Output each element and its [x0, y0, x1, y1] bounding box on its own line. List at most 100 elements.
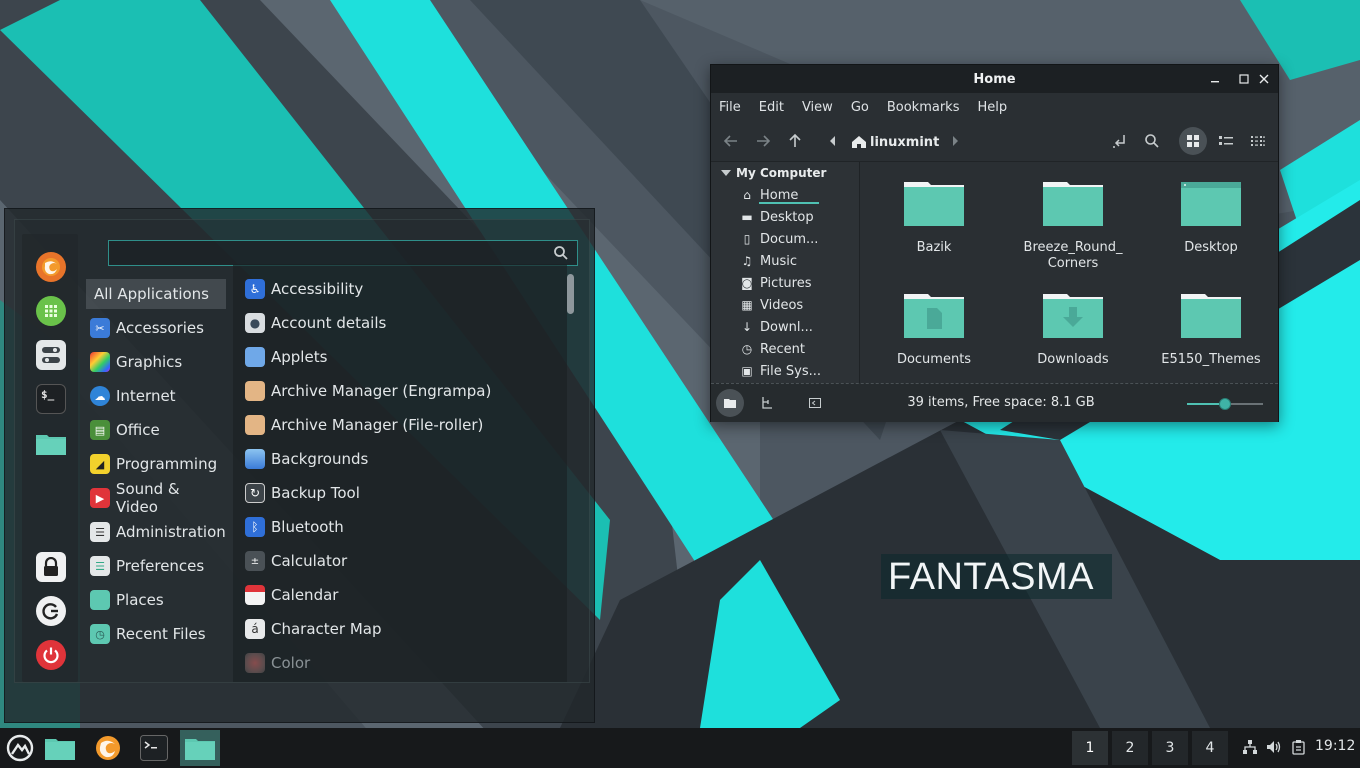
sidebar-item-pictures[interactable]: ◙ Pictures [711, 272, 859, 294]
archive-icon [245, 415, 265, 435]
app-color[interactable]: Color [233, 646, 567, 680]
sidebar-item-downloads[interactable]: ↓ Downl... [711, 316, 859, 338]
sidebar-item-recent[interactable]: ◷ Recent [711, 338, 859, 360]
cloud-icon: ☁ [90, 386, 110, 406]
arrow-left-icon [723, 135, 737, 147]
workspace-4[interactable]: 4 [1192, 731, 1228, 765]
mint-logo-icon [6, 734, 34, 762]
category-label: All Applications [94, 285, 209, 303]
app-backup-tool[interactable]: ↻ Backup Tool [233, 476, 567, 510]
category-programming[interactable]: ◢ Programming [86, 447, 226, 481]
category-internet[interactable]: ☁ Internet [86, 379, 226, 413]
folder-icon[interactable] [36, 428, 66, 458]
category-all-applications[interactable]: All Applications [86, 279, 226, 309]
search-button[interactable] [1140, 129, 1164, 153]
app-applets[interactable]: Applets [233, 340, 567, 374]
path-next-button[interactable] [943, 129, 967, 153]
zoom-slider-handle[interactable] [1219, 398, 1231, 410]
toggle-location-button[interactable] [1108, 129, 1132, 153]
category-graphics[interactable]: Graphics [86, 345, 226, 379]
app-character-map[interactable]: á Character Map [233, 612, 567, 646]
window-titlebar[interactable]: Home [711, 65, 1278, 93]
power-icon[interactable] [36, 640, 66, 670]
forward-button[interactable] [751, 129, 775, 153]
menu-file[interactable]: File [719, 100, 741, 115]
breadcrumb[interactable]: linuxmint [851, 131, 939, 153]
app-calculator[interactable]: ± Calculator [233, 544, 567, 578]
firefox-icon[interactable] [36, 252, 66, 282]
taskbar-terminal-launcher[interactable] [134, 730, 174, 766]
menu-help[interactable]: Help [977, 100, 1007, 115]
scrollbar-thumb[interactable] [567, 274, 574, 314]
category-accessories[interactable]: ✂ Accessories [86, 311, 226, 345]
search-icon [554, 246, 568, 260]
minimize-button[interactable] [1205, 69, 1225, 89]
zoom-slider[interactable] [1187, 398, 1263, 410]
taskbar-firefox-launcher[interactable] [88, 730, 128, 766]
category-recent-files[interactable]: ◷ Recent Files [86, 617, 226, 651]
volume-icon[interactable] [1265, 738, 1283, 756]
sidebar-item-desktop[interactable]: ▬ Desktop [711, 206, 859, 228]
category-preferences[interactable]: ☰ Preferences [86, 549, 226, 583]
compact-view-button[interactable] [1246, 129, 1270, 153]
app-archive-manager-engrampa[interactable]: Archive Manager (Engrampa) [233, 374, 567, 408]
app-label: Bluetooth [271, 518, 344, 536]
path-prev-button[interactable] [821, 129, 845, 153]
file-name: Desktop [1184, 240, 1238, 255]
folder-icon [185, 739, 215, 760]
app-backgrounds[interactable]: Backgrounds [233, 442, 567, 476]
taskbar-window-home[interactable] [180, 730, 220, 766]
file-item[interactable]: Bazik [869, 178, 999, 256]
sidebar-item-videos[interactable]: ▦ Videos [711, 294, 859, 316]
start-menu-button[interactable] [0, 730, 40, 766]
icon-view-button[interactable] [1179, 127, 1207, 155]
app-accessibility[interactable]: ♿ Accessibility [233, 272, 567, 306]
clipboard-icon[interactable] [1290, 738, 1308, 756]
menu-bookmarks[interactable]: Bookmarks [887, 100, 960, 115]
app-calendar[interactable]: Calendar [233, 578, 567, 612]
category-places[interactable]: Places [86, 583, 226, 617]
terminal-icon[interactable]: $_ [36, 384, 66, 414]
file-item[interactable]: Breeze_Round_ Corners [1008, 178, 1138, 272]
sidebar-section-my-computer[interactable]: My Computer [711, 162, 859, 184]
maximize-button[interactable] [1234, 69, 1254, 89]
file-item[interactable]: Downloads [1008, 290, 1138, 368]
menu-go[interactable]: Go [851, 100, 869, 115]
sidebar-item-music[interactable]: ♫ Music [711, 250, 859, 272]
category-administration[interactable]: ☰ Administration [86, 515, 226, 549]
app-account-details[interactable]: ● Account details [233, 306, 567, 340]
file-item[interactable]: E5150_Themes [1146, 290, 1276, 368]
sidebar-item-file-system[interactable]: ▣ File Sys... [711, 360, 859, 382]
up-button[interactable] [783, 129, 807, 153]
list-view-button[interactable] [1214, 129, 1238, 153]
app-archive-manager-file-roller[interactable]: Archive Manager (File-roller) [233, 408, 567, 442]
menu-edit[interactable]: Edit [759, 100, 784, 115]
app-list-scrollbar[interactable] [567, 274, 575, 678]
workspace-3[interactable]: 3 [1152, 731, 1188, 765]
menu-search-input[interactable] [109, 241, 547, 265]
back-button[interactable] [719, 129, 743, 153]
taskbar-file-manager-launcher[interactable] [40, 730, 80, 766]
category-sound-video[interactable]: ▶ Sound & Video [86, 480, 226, 516]
folder-icon [1043, 182, 1103, 226]
menu-search-box[interactable] [108, 240, 578, 266]
close-button[interactable] [1254, 69, 1274, 89]
file-name: Downloads [1037, 352, 1109, 367]
lock-screen-icon[interactable] [36, 552, 66, 582]
file-view: Bazik Breeze_Round_ Corners Desktop Docu… [860, 162, 1278, 383]
menu-view[interactable]: View [802, 100, 833, 115]
file-item[interactable]: Documents [869, 290, 999, 368]
category-office[interactable]: ▤ Office [86, 413, 226, 447]
workspace-2[interactable]: 2 [1112, 731, 1148, 765]
network-icon[interactable] [1241, 738, 1259, 756]
calculator-grid-icon[interactable] [36, 296, 66, 326]
logout-icon[interactable] [36, 596, 66, 626]
file-manager-body: My Computer ⌂ Home ▬ Desktop ▯ Docum... ♫ Mu… [711, 162, 1278, 383]
clock[interactable]: 19:12 [1315, 738, 1355, 754]
app-bluetooth[interactable]: ᛒ Bluetooth [233, 510, 567, 544]
sidebar-item-documents[interactable]: ▯ Docum... [711, 228, 859, 250]
file-item[interactable]: Desktop [1146, 178, 1276, 256]
palette-icon [90, 352, 110, 372]
settings-toggle-icon[interactable] [36, 340, 66, 370]
workspace-1[interactable]: 1 [1072, 731, 1108, 765]
